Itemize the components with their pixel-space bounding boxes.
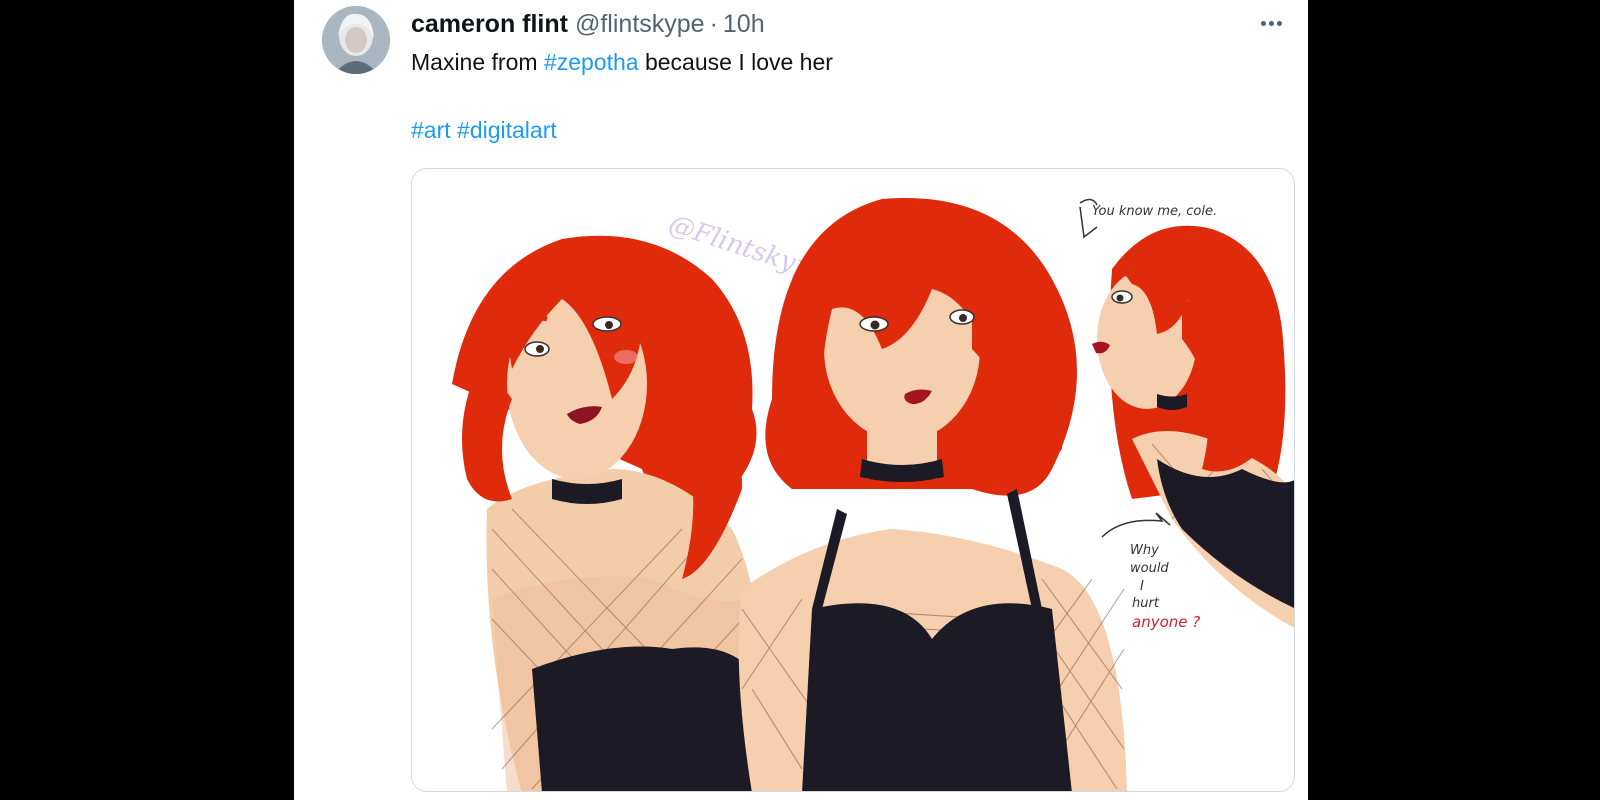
more-button[interactable] (1254, 9, 1288, 37)
tweet-text-part: Maxine from (411, 49, 544, 75)
tweet-text: Maxine from #zepotha because I love her (411, 47, 833, 77)
avatar-image (322, 6, 390, 74)
tweet-hashtags: #art #digitalart (411, 115, 557, 145)
separator-dot: · (709, 10, 718, 38)
display-name[interactable]: cameron flint (411, 9, 568, 39)
user-handle[interactable]: @flintskype (575, 9, 705, 39)
tweet-media[interactable]: @Flintskype You know me, cole. Why would… (411, 168, 1295, 792)
hashtag-link[interactable]: #art (411, 117, 451, 143)
caption-bottom-line: would (1130, 561, 1169, 576)
caption-bottom-line: I (1140, 579, 1144, 594)
artwork-image: @Flintskype You know me, cole. Why would… (412, 169, 1294, 791)
hashtag-link[interactable]: #zepotha (544, 49, 639, 75)
tweet-text-part: because I love her (638, 49, 833, 75)
caption-bottom-line: hurt (1132, 596, 1160, 611)
more-horizontal-icon (1260, 20, 1266, 26)
tweet-card[interactable]: cameron flint @flintskype · 10h Maxine f… (294, 0, 1308, 800)
avatar[interactable] (322, 6, 390, 74)
caption-bottom-red: anyone ? (1132, 613, 1200, 631)
hashtag-link[interactable]: #digitalart (457, 117, 557, 143)
caption-top: You know me, cole. (1092, 204, 1217, 219)
tweet-header: cameron flint @flintskype · 10h (411, 9, 765, 39)
caption-bottom-line: Why (1130, 543, 1159, 558)
timestamp[interactable]: 10h (723, 9, 765, 39)
